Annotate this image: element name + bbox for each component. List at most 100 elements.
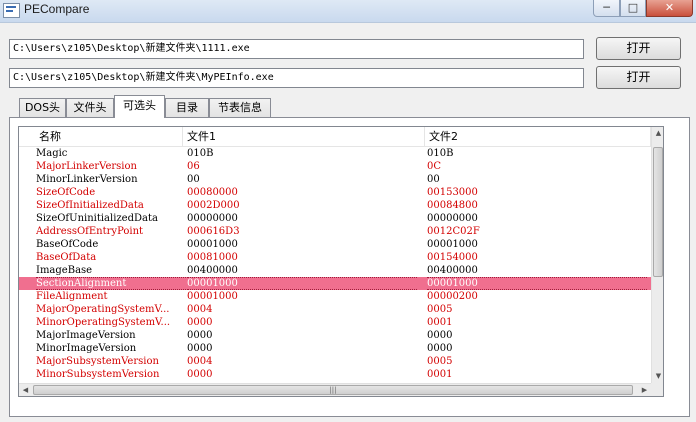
- table-row[interactable]: MinorLinkerVersion 00 00: [19, 173, 651, 186]
- table-row[interactable]: SizeOfUninitializedData 00000000 00000000: [19, 212, 651, 225]
- table-row[interactable]: BaseOfData 00081000 00154000: [19, 251, 651, 264]
- cell-name: SectionAlignment: [36, 277, 186, 290]
- cell-name: Magic: [36, 148, 68, 159]
- table-row[interactable]: MinorImageVersion 0000 0000: [19, 342, 651, 355]
- cell-file1: 0000: [187, 343, 213, 354]
- open-file2-button[interactable]: 打开: [596, 66, 681, 89]
- cell-file1: 0000: [187, 330, 213, 341]
- cell-file2: 010B: [427, 148, 454, 159]
- tab-optional-header[interactable]: 可选头: [114, 95, 165, 118]
- minimize-icon: ─: [603, 1, 610, 14]
- cell-file1: 0002D000: [187, 200, 240, 211]
- table-row[interactable]: MajorSubsystemVersion 0004 0005: [19, 355, 651, 368]
- cell-name: AddressOfEntryPoint: [36, 226, 144, 237]
- table-row[interactable]: ImageBase 00400000 00400000: [19, 264, 651, 277]
- cell-name: MajorImageVersion: [36, 330, 136, 341]
- vertical-scrollbar[interactable]: ▲ ▼: [651, 127, 663, 383]
- cell-file2: 0001: [427, 369, 453, 380]
- cell-file2: 0000: [427, 343, 453, 354]
- cell-name: MajorLinkerVersion: [36, 161, 137, 172]
- table-row[interactable]: MajorLinkerVersion 06 0C: [19, 160, 651, 173]
- scroll-up-icon[interactable]: ▲: [652, 127, 663, 140]
- table-row[interactable]: AddressOfEntryPoint 000616D3 0012C02F: [19, 225, 651, 238]
- file2-path-input[interactable]: C:\Users\z105\Desktop\新建文件夹\MyPEInfo.exe: [9, 68, 584, 88]
- table-row[interactable]: MajorOperatingSystemV... 0004 0005: [19, 303, 651, 316]
- scroll-right-icon[interactable]: ▶: [638, 384, 651, 396]
- table-row[interactable]: MajorImageVersion 0000 0000: [19, 329, 651, 342]
- cell-file2: 00001000: [427, 277, 647, 290]
- list-rows: Magic 010B 010B MajorLinkerVersion 06 0C Minor…: [19, 147, 651, 381]
- tab-dos-header[interactable]: DOS头: [19, 98, 66, 117]
- cell-file2: 00000000: [427, 213, 478, 224]
- list-header: 名称 文件1 文件2: [19, 127, 651, 147]
- cell-name: MajorOperatingSystemV...: [36, 304, 170, 315]
- cell-file2: 0005: [427, 304, 453, 315]
- column-header-file1[interactable]: 文件1: [183, 127, 425, 146]
- cell-file2: 00153000: [427, 187, 478, 198]
- cell-file1: 0004: [187, 356, 213, 367]
- file1-path-input[interactable]: C:\Users\z105\Desktop\新建文件夹\1111.exe: [9, 39, 584, 59]
- table-row[interactable]: MinorOperatingSystemV... 0000 0001: [19, 316, 651, 329]
- cell-file1: 0000: [187, 369, 213, 380]
- cell-file1: 00400000: [187, 265, 238, 276]
- cell-name: BaseOfCode: [36, 239, 99, 250]
- cell-file2: 00154000: [427, 252, 478, 263]
- cell-file2: 0000: [427, 330, 453, 341]
- cell-file2: 0012C02F: [427, 226, 480, 237]
- cell-file2: 00001000: [427, 239, 478, 250]
- open-file1-button[interactable]: 打开: [596, 37, 681, 60]
- cell-name: SizeOfCode: [36, 187, 96, 198]
- cell-file2: 00000200: [427, 291, 478, 302]
- column-header-name[interactable]: 名称: [19, 127, 183, 146]
- table-row[interactable]: BaseOfCode 00001000 00001000: [19, 238, 651, 251]
- cell-name: MajorSubsystemVersion: [36, 356, 159, 367]
- cell-name: SizeOfInitializedData: [36, 200, 144, 211]
- scrollbar-corner: [651, 383, 663, 396]
- cell-file2: 00400000: [427, 265, 478, 276]
- table-row[interactable]: Magic 010B 010B: [19, 147, 651, 160]
- maximize-icon: □: [627, 1, 639, 14]
- close-icon: ✕: [664, 1, 675, 14]
- cell-file1: 00081000: [187, 252, 238, 263]
- cell-name: FileAlignment: [36, 291, 108, 302]
- cell-name: MinorOperatingSystemV...: [36, 317, 171, 328]
- cell-file2: 0001: [427, 317, 453, 328]
- cell-file1: 000616D3: [187, 226, 240, 237]
- table-row[interactable]: SectionAlignment 00001000 00001000: [19, 277, 651, 290]
- close-button[interactable]: ✕: [646, 0, 693, 17]
- cell-name: MinorSubsystemVersion: [36, 369, 160, 380]
- scroll-down-icon[interactable]: ▼: [652, 370, 663, 383]
- cell-file2: 0005: [427, 356, 453, 367]
- cell-file1: 00001000: [187, 277, 417, 290]
- tab-file-header[interactable]: 文件头: [66, 98, 114, 117]
- column-header-file2[interactable]: 文件2: [425, 127, 651, 146]
- cell-name: BaseOfData: [36, 252, 97, 263]
- cell-name: MinorLinkerVersion: [36, 174, 138, 185]
- horizontal-scroll-thumb[interactable]: |||: [33, 385, 633, 395]
- cell-file1: 00000000: [187, 213, 238, 224]
- cell-file1: 00: [187, 174, 200, 185]
- table-row[interactable]: SizeOfInitializedData 0002D000 00084800: [19, 199, 651, 212]
- tab-section-table[interactable]: 节表信息: [209, 98, 271, 117]
- maximize-button[interactable]: □: [620, 0, 646, 17]
- cell-file2: 00: [427, 174, 440, 185]
- title-bar[interactable]: PECompare ─ □ ✕: [0, 0, 696, 23]
- table-row[interactable]: MinorSubsystemVersion 0000 0001: [19, 368, 651, 381]
- tab-directory[interactable]: 目录: [165, 98, 209, 117]
- compare-list[interactable]: 名称 文件1 文件2 Magic 010B 010B MajorLinkerVersi…: [18, 126, 664, 397]
- cell-name: SizeOfUninitializedData: [36, 213, 158, 224]
- horizontal-scrollbar[interactable]: ◀ ||| ▶: [19, 383, 651, 396]
- cell-file2: 0C: [427, 161, 442, 172]
- minimize-button[interactable]: ─: [593, 0, 620, 17]
- table-row[interactable]: FileAlignment 00001000 00000200: [19, 290, 651, 303]
- scroll-left-icon[interactable]: ◀: [19, 384, 32, 396]
- cell-file1: 00080000: [187, 187, 238, 198]
- cell-file1: 0004: [187, 304, 213, 315]
- vertical-scroll-thumb[interactable]: [653, 147, 663, 277]
- cell-file1: 0000: [187, 317, 213, 328]
- cell-file1: 00001000: [187, 291, 238, 302]
- app-icon: [3, 3, 20, 18]
- cell-name: MinorImageVersion: [36, 343, 137, 354]
- table-row[interactable]: SizeOfCode 00080000 00153000: [19, 186, 651, 199]
- window-title: PECompare: [24, 2, 90, 16]
